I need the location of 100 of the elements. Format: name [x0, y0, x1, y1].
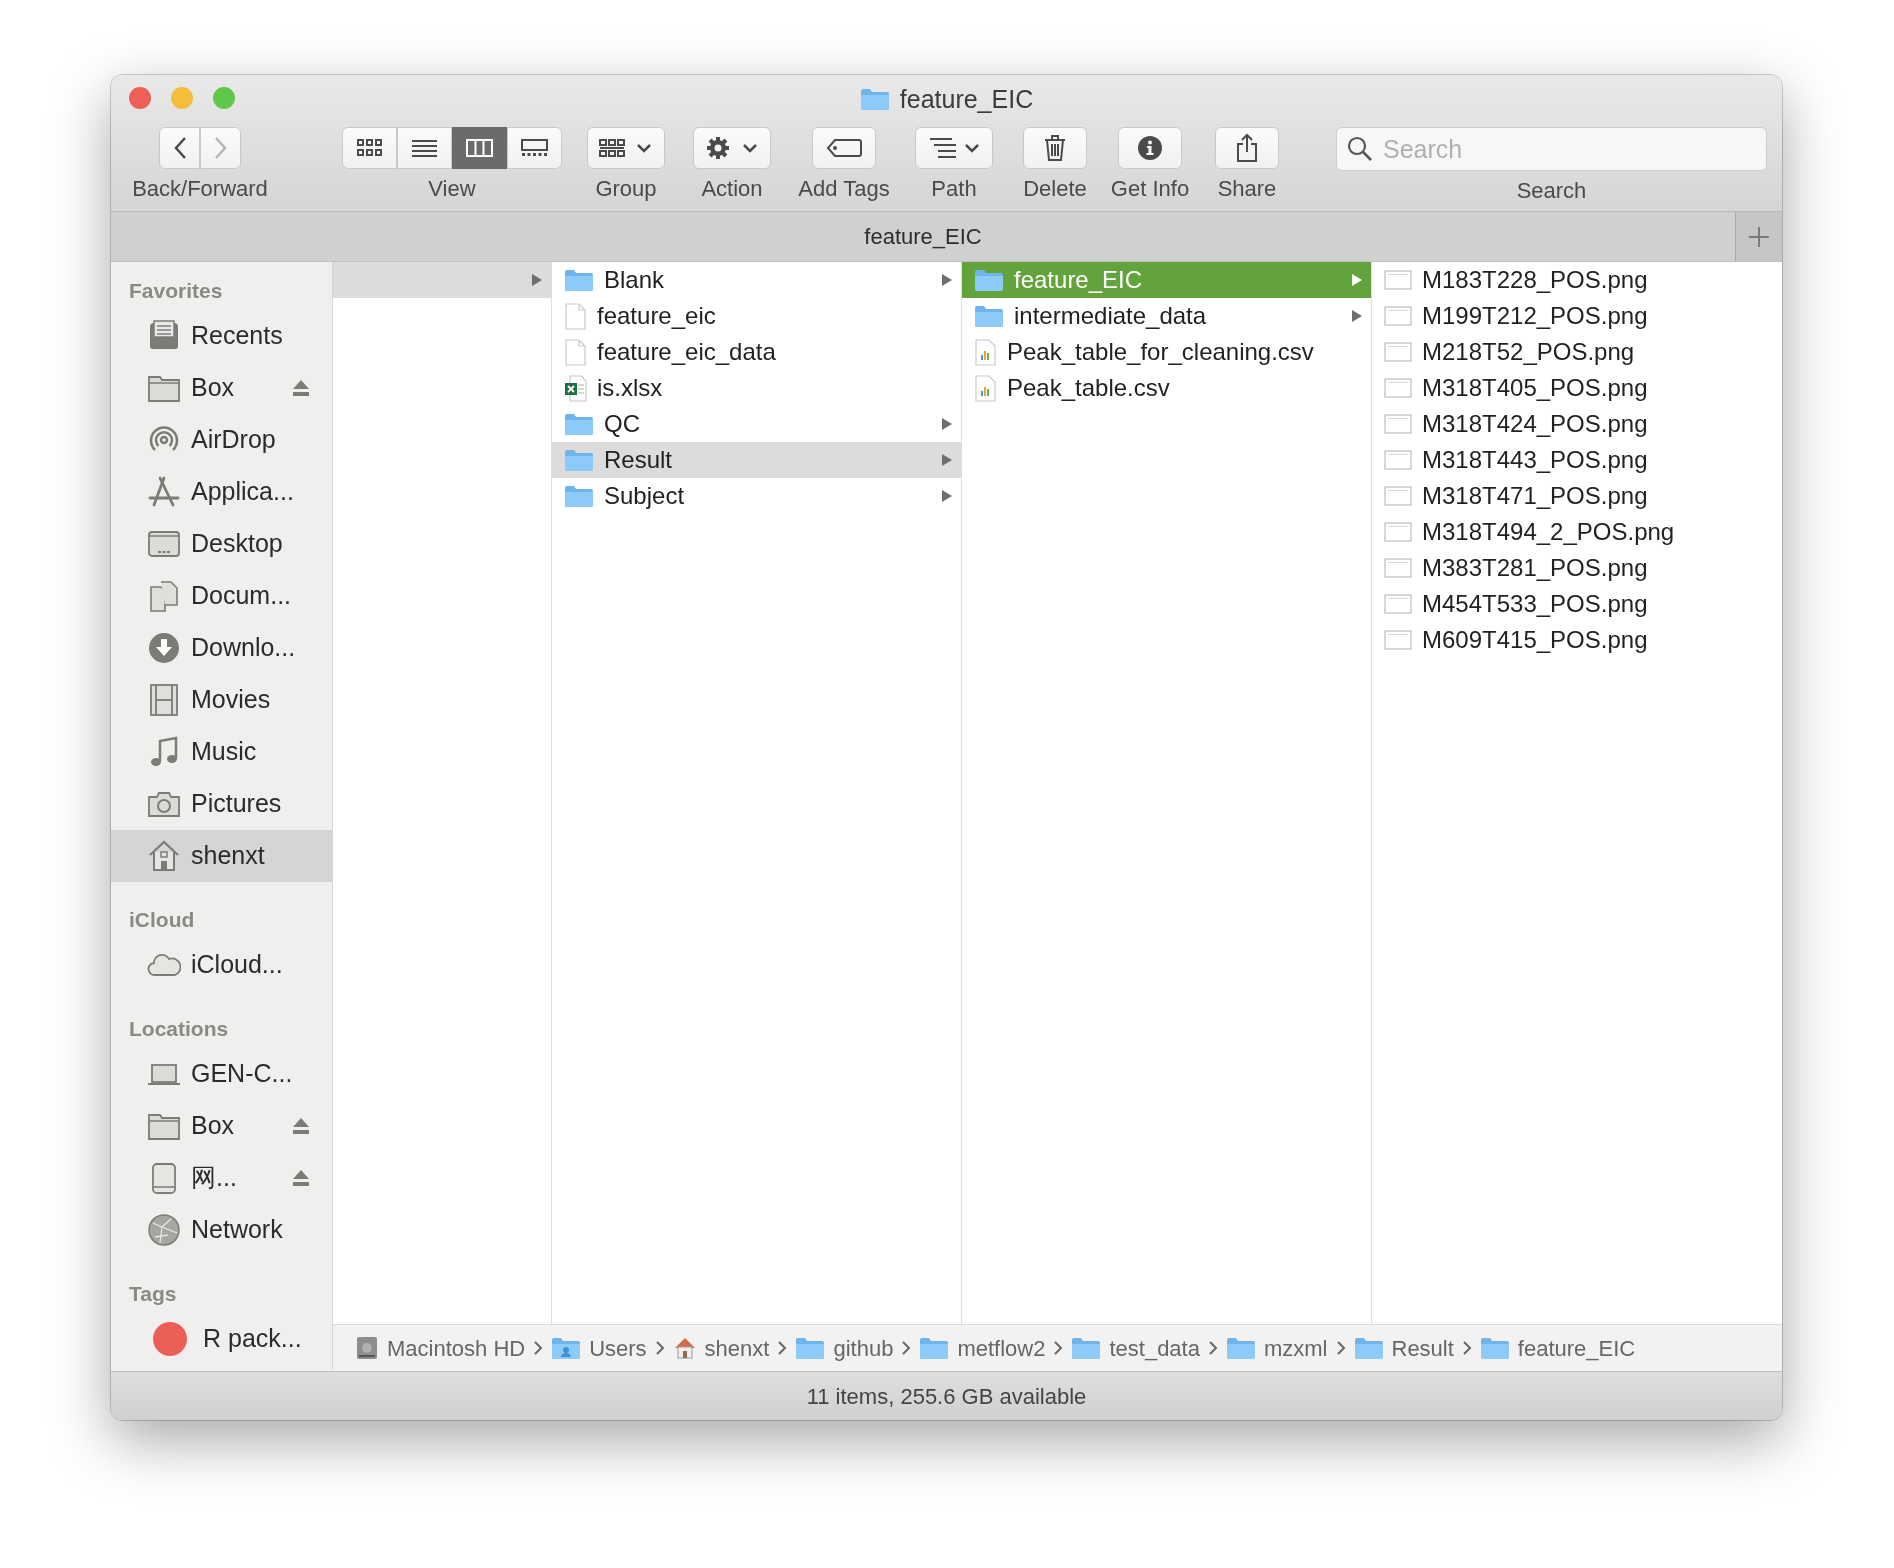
- chevron-icon: [1461, 1340, 1472, 1356]
- toolbar-label: Share: [1217, 176, 1277, 202]
- info-button[interactable]: [1118, 127, 1182, 169]
- eject-icon[interactable]: [292, 1169, 310, 1187]
- documents-icon: [147, 579, 181, 613]
- close-button[interactable]: [129, 87, 151, 109]
- file-row[interactable]: M218T52_POS.png: [1372, 334, 1782, 370]
- delete-button[interactable]: [1023, 127, 1087, 169]
- house-icon: [147, 839, 181, 873]
- tag-icon: [825, 137, 863, 159]
- list-view-button[interactable]: [397, 127, 452, 169]
- image-thumbnail-icon: [1384, 412, 1412, 436]
- columns-icon: [466, 138, 493, 158]
- chevron-icon: [172, 136, 187, 160]
- share-button[interactable]: [1215, 127, 1279, 169]
- chevron-icon: [1207, 1340, 1218, 1356]
- eject-icon[interactable]: [292, 1117, 310, 1135]
- file-row[interactable]: M318T405_POS.png: [1372, 370, 1782, 406]
- path-item[interactable]: Macintosh HD: [355, 1331, 526, 1365]
- image-thumbnail-icon: [1384, 304, 1412, 328]
- file-row[interactable]: M454T533_POS.png: [1372, 586, 1782, 622]
- gallery-icon: [521, 138, 548, 158]
- sidebar-item[interactable]: GEN-C...: [111, 1048, 332, 1100]
- column-view-button[interactable]: [452, 127, 507, 169]
- group-button[interactable]: [587, 127, 665, 169]
- folder-icon: [1353, 1336, 1384, 1360]
- sidebar-item[interactable]: Network: [111, 1204, 332, 1256]
- file-row[interactable]: intermediate_data: [962, 298, 1371, 334]
- chevron-icon: [777, 1340, 788, 1356]
- sidebar-item[interactable]: Pictures: [111, 778, 332, 830]
- eject-icon[interactable]: [292, 379, 310, 397]
- chart-document-icon: [974, 374, 997, 402]
- file-row[interactable]: Peak_table.csv: [962, 370, 1371, 406]
- toolbar-label: Back/Forward: [132, 176, 268, 202]
- file-row[interactable]: Subject: [552, 478, 961, 514]
- action-button[interactable]: [693, 127, 771, 169]
- sidebar-item[interactable]: Downlo...: [111, 622, 332, 674]
- sidebar-item[interactable]: Desktop: [111, 518, 332, 570]
- sidebar-item[interactable]: Box: [111, 362, 332, 414]
- folder-icon: [564, 267, 594, 293]
- image-thumbnail-icon: [1384, 520, 1412, 544]
- file-row[interactable]: M609T415_POS.png: [1372, 622, 1782, 658]
- folder-icon: [1225, 1336, 1256, 1360]
- sidebar-item[interactable]: Recents: [111, 310, 332, 362]
- file-row[interactable]: feature_eic: [552, 298, 961, 334]
- file-row[interactable]: Result: [552, 442, 961, 478]
- path-item[interactable]: github: [795, 1331, 894, 1365]
- path-item[interactable]: mzxml: [1225, 1331, 1328, 1365]
- folder-icon: [564, 483, 594, 509]
- file-row[interactable]: M183T228_POS.png: [1372, 262, 1782, 298]
- file-row[interactable]: Peak_table_for_cleaning.csv: [962, 334, 1371, 370]
- file-row[interactable]: QC: [552, 406, 961, 442]
- image-thumbnail-icon: [1384, 268, 1412, 292]
- sidebar-item[interactable]: Box: [111, 1100, 332, 1152]
- folder-icon: [564, 447, 594, 473]
- file-row[interactable]: feature_eic_data: [552, 334, 961, 370]
- sidebar-item[interactable]: R pack...: [111, 1313, 332, 1365]
- back-button[interactable]: [159, 127, 200, 169]
- sidebar-heading: Favorites: [128, 278, 224, 304]
- folder-icon: [859, 87, 890, 113]
- file-row[interactable]: M318T424_POS.png: [1372, 406, 1782, 442]
- sidebar-item[interactable]: AirDrop: [111, 414, 332, 466]
- path-item[interactable]: Result: [1353, 1331, 1454, 1365]
- path-item[interactable]: feature_EIC: [1479, 1331, 1636, 1365]
- grid-icon: [598, 137, 654, 159]
- folder-icon: [564, 411, 594, 437]
- image-thumbnail-icon: [1384, 592, 1412, 616]
- new-tab-button[interactable]: [1735, 212, 1782, 261]
- path-button[interactable]: [915, 127, 993, 169]
- sidebar-item[interactable]: iCloud...: [111, 939, 332, 991]
- grid-icon: [356, 138, 383, 158]
- users-folder-icon: [551, 1336, 582, 1360]
- file-row[interactable]: M318T494_2_POS.png: [1372, 514, 1782, 550]
- sidebar-item[interactable]: Docum...: [111, 570, 332, 622]
- window-title: feature_EIC: [899, 84, 1034, 115]
- film-icon: [147, 683, 181, 717]
- gallery-view-button[interactable]: [507, 127, 562, 169]
- sidebar-item[interactable]: 网...: [111, 1152, 332, 1204]
- sidebar-item[interactable]: Music: [111, 726, 332, 778]
- path-item[interactable]: Users: [551, 1331, 647, 1365]
- search-field[interactable]: Search: [1336, 127, 1767, 171]
- sidebar-heading: Tags: [128, 1281, 178, 1307]
- sidebar-item[interactable]: shenxt: [111, 830, 332, 882]
- sidebar-item[interactable]: Applica...: [111, 466, 332, 518]
- file-row[interactable]: M318T443_POS.png: [1372, 442, 1782, 478]
- toolbar-label: Delete: [1023, 176, 1087, 202]
- icon-view-button[interactable]: [342, 127, 397, 169]
- file-row[interactable]: Blank: [552, 262, 961, 298]
- path-item[interactable]: metflow2: [919, 1331, 1046, 1365]
- file-row[interactable]: M318T471_POS.png: [1372, 478, 1782, 514]
- folder-icon: [974, 267, 1004, 293]
- path-item[interactable]: shenxt: [672, 1331, 770, 1365]
- file-row[interactable]: M199T212_POS.png: [1372, 298, 1782, 334]
- file-row[interactable]: M383T281_POS.png: [1372, 550, 1782, 586]
- trash-icon: [1044, 134, 1066, 162]
- sidebar-item[interactable]: Movies: [111, 674, 332, 726]
- file-row[interactable]: is.xlsx: [552, 370, 961, 406]
- path-item[interactable]: test_data: [1071, 1331, 1200, 1365]
- tags-button[interactable]: [812, 127, 876, 169]
- toolbar-label: Search: [1516, 178, 1587, 204]
